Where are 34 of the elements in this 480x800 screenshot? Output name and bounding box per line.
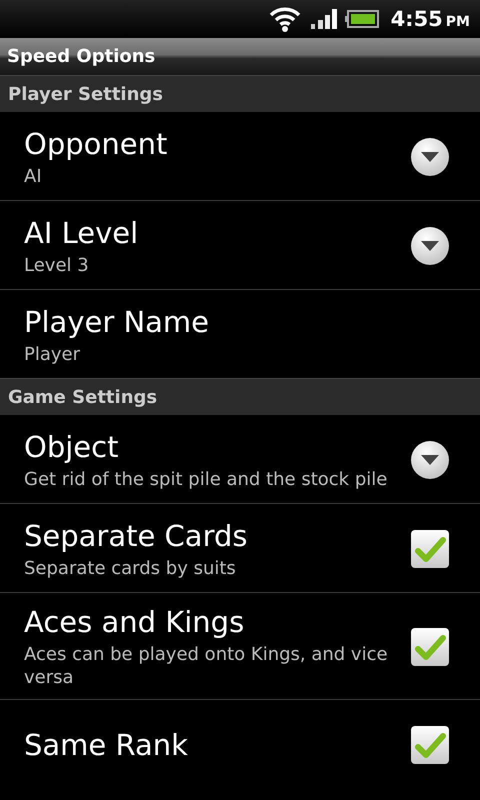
preference-row[interactable]: Player Name Player	[0, 290, 480, 378]
preference-summary: Separate cards by suits	[24, 556, 237, 580]
section-title: Player Settings	[8, 84, 164, 104]
clock-time: 4:55	[390, 7, 443, 31]
section-title: Game Settings	[8, 386, 158, 408]
checkbox[interactable]	[410, 725, 450, 765]
signal-icon	[310, 8, 339, 30]
checkbox[interactable]	[410, 627, 450, 667]
preference-title: Separate Cards	[24, 518, 248, 552]
preference-title: AI Level	[24, 216, 138, 250]
checkbox[interactable]	[410, 529, 450, 569]
preference-row[interactable]: AI Level Level 3	[0, 201, 480, 290]
preference-summary: Aces can be played onto Kings, and vice versa	[24, 643, 389, 689]
preference-row[interactable]: Same Rank	[0, 700, 480, 788]
preference-summary: Player	[24, 342, 82, 366]
dropdown-icon[interactable]	[410, 137, 450, 177]
preference-row[interactable]: Separate Cards Separate cards by suits	[0, 504, 480, 593]
preference-title: Opponent	[24, 126, 168, 160]
dropdown-icon[interactable]	[410, 226, 450, 266]
preference-title: Player Name	[24, 304, 210, 338]
clock-period: PM	[446, 14, 470, 30]
preference-summary: Get rid of the spit pile and the stock pile	[24, 468, 388, 490]
preference-title: Aces and Kings	[24, 605, 246, 639]
preference-row[interactable]: Object Get rid of the spit pile and the stock pile	[0, 415, 480, 504]
preference-title: Object	[24, 430, 120, 464]
preference-summary: AI	[24, 164, 43, 188]
preference-summary: Level 3	[24, 254, 90, 276]
preference-row[interactable]: Aces and Kings Aces can be played onto Kings, and vice versa	[0, 593, 480, 700]
window-title: Speed Options	[7, 46, 156, 67]
battery-icon	[344, 10, 379, 28]
preference-row[interactable]: Opponent AI	[0, 112, 480, 201]
dropdown-icon[interactable]	[410, 440, 450, 480]
preference-title: Same Rank	[24, 728, 188, 762]
wifi-icon	[268, 6, 301, 32]
